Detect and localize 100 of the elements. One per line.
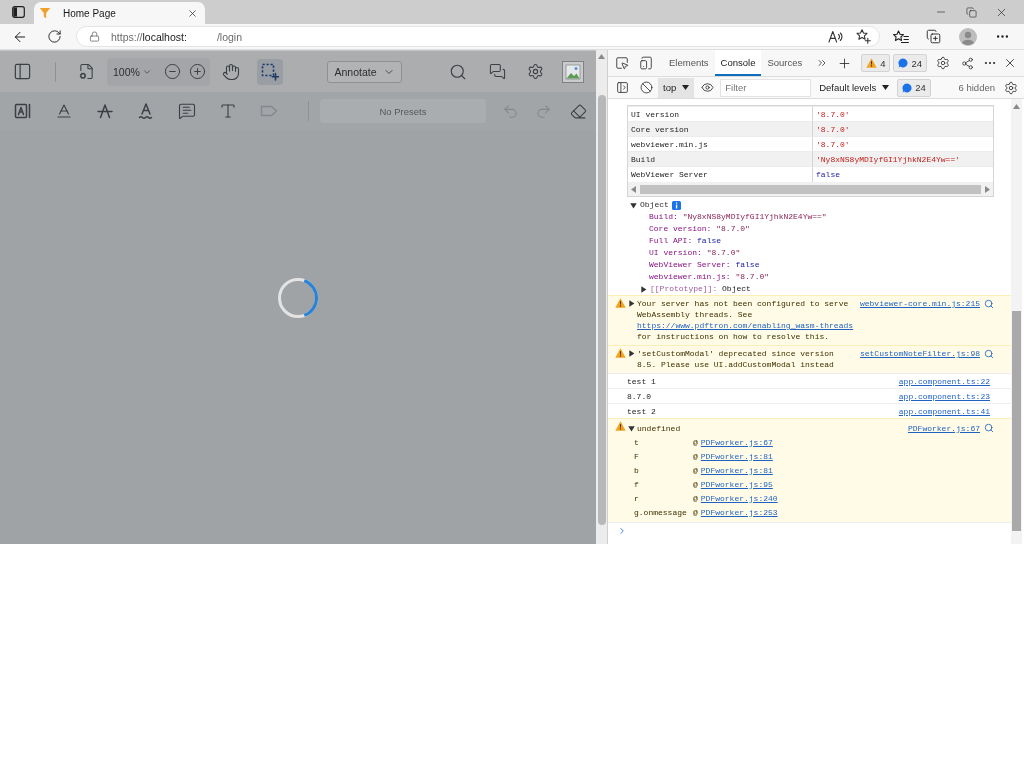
source-link[interactable]: app.component.ts:41 (898, 406, 990, 416)
source-link[interactable]: webviewer-core.min.js:215 (859, 299, 980, 308)
star-plus-icon (855, 29, 871, 44)
object-property: Core version: "8.7.0" (649, 223, 750, 235)
console-message: test 2 (627, 406, 656, 416)
hand-icon (222, 62, 240, 81)
scroll-right-arrow-icon (985, 185, 990, 193)
caret-down-icon (882, 85, 890, 90)
disclosure-triangle-icon[interactable] (628, 424, 635, 432)
restore-icon (965, 6, 977, 18)
devtools-tab[interactable]: Console (714, 50, 762, 76)
source-link[interactable]: PDFworker.js:95 (700, 479, 773, 489)
at-sign: @ (693, 451, 698, 461)
funnel-icon (39, 7, 51, 19)
refresh-icon (46, 29, 62, 44)
close-icon (1003, 56, 1017, 70)
zoom-out-icon (163, 63, 181, 80)
source-link[interactable]: PDFworker.js:67 (700, 437, 773, 447)
eraser-icon (569, 102, 587, 120)
warnings-badge[interactable]: 4 (861, 54, 891, 72)
search-icon[interactable] (984, 298, 994, 309)
speech-bubbles-icon (488, 63, 506, 80)
disclosure-triangle-icon[interactable] (640, 285, 647, 293)
source-link[interactable]: app.component.ts:23 (898, 391, 990, 401)
console-message: undefined (637, 422, 682, 434)
source-link[interactable]: PDFworker.js:253 (700, 507, 778, 517)
messages-badge[interactable]: 24 (893, 54, 927, 72)
underlined-letter-icon (55, 102, 73, 120)
browser-tab[interactable]: Home Page (34, 2, 205, 24)
table-cell: UI version (628, 106, 813, 122)
console-message: test 1 (627, 376, 656, 386)
warning-icon (615, 348, 626, 358)
panel-icon (11, 6, 25, 18)
source-link[interactable]: PDFworker.js:81 (700, 451, 773, 461)
source-link[interactable]: PDFworker.js:81 (700, 465, 773, 475)
warning-icon (615, 421, 626, 431)
object-label: Object (640, 199, 669, 211)
levels-dropdown[interactable]: Default levels (817, 77, 892, 98)
redo-icon (534, 102, 552, 120)
object-property: WebViewer Server: false (649, 259, 760, 271)
source-link[interactable]: app.component.ts:22 (898, 376, 990, 386)
scroll-up-arrow-icon (1013, 104, 1020, 109)
settings-icon (936, 56, 950, 70)
avatar-icon (959, 27, 977, 46)
close-icon (186, 7, 198, 19)
message-link[interactable]: https://www.pdftron.com/enabling_wasm-threads (637, 321, 854, 330)
lock-icon (89, 31, 100, 42)
scrollbar-thumb[interactable] (597, 95, 606, 525)
devtools-tab[interactable]: Elements (663, 50, 715, 76)
table-cell: 'Ny8xNS8yMDIyfGI1YjhkN2E4Yw==' (813, 151, 993, 167)
dashed-square-plus-icon (261, 62, 279, 81)
squiggly-letter-icon (137, 102, 155, 120)
at-sign: @ (693, 507, 698, 517)
context-dropdown[interactable]: top (658, 77, 695, 98)
source-link[interactable]: PDFworker.js:240 (700, 493, 778, 503)
scrollbar-thumb[interactable] (1012, 311, 1021, 531)
messages-badge[interactable]: 24 (897, 78, 931, 97)
url-text: https://localhost: (111, 30, 187, 43)
nodes-icon (960, 56, 974, 70)
search-icon[interactable] (984, 348, 994, 359)
caret-down-icon (682, 85, 690, 90)
warning-icon (866, 58, 878, 68)
stack-function-name: g.onmessage (634, 507, 687, 517)
at-sign: @ (693, 493, 698, 503)
source-link[interactable]: PDFworker.js:67 (908, 423, 980, 433)
plus-icon (836, 55, 852, 71)
table-cell: webviewer.min.js (628, 136, 813, 152)
inspect-icon (615, 56, 629, 70)
stack-function-name: r (634, 493, 639, 503)
disclosure-triangle-icon[interactable] (630, 201, 637, 209)
filter-input[interactable]: Filter (720, 78, 812, 97)
table-cell: WebViewer Server (628, 166, 813, 182)
message-bubble-icon (902, 82, 913, 93)
scrollbar-thumb[interactable] (640, 184, 981, 194)
table-cell: Core version (628, 121, 813, 137)
devtools-tab[interactable]: Sources (761, 50, 809, 76)
search-icon[interactable] (984, 423, 994, 433)
source-link[interactable]: setCustomNoteFilter.js:98 (859, 349, 980, 358)
prompt-chevron-icon (617, 526, 627, 536)
stack-function-name: b (634, 465, 639, 475)
profile-button[interactable] (956, 25, 980, 48)
image-button[interactable] (561, 59, 585, 84)
address-field[interactable]: https://localhost: /login (76, 26, 880, 47)
file-gear-icon (77, 63, 95, 80)
struck-letter-icon (96, 102, 114, 120)
area-select-tool[interactable] (257, 58, 283, 85)
warning-icon (615, 298, 626, 308)
disclosure-triangle-icon[interactable] (628, 350, 635, 357)
letter-t-icon (219, 102, 237, 120)
mode-dropdown[interactable]: Annotate (327, 60, 402, 83)
console-message: 'setCustomModal' deprecated since version 8.5. Please use UI.addCustomModal instead (637, 348, 835, 370)
url-path: /login (216, 30, 242, 43)
at-sign: @ (693, 437, 698, 447)
image-icon (562, 60, 584, 83)
settings-icon (1004, 80, 1018, 95)
disclosure-triangle-icon[interactable] (628, 300, 635, 307)
object-property: UI version: "8.7.0" (649, 247, 741, 259)
hidden-count: 6 hidden (958, 82, 995, 93)
presets-box: No Presets (320, 99, 486, 123)
eye-icon (700, 81, 714, 94)
